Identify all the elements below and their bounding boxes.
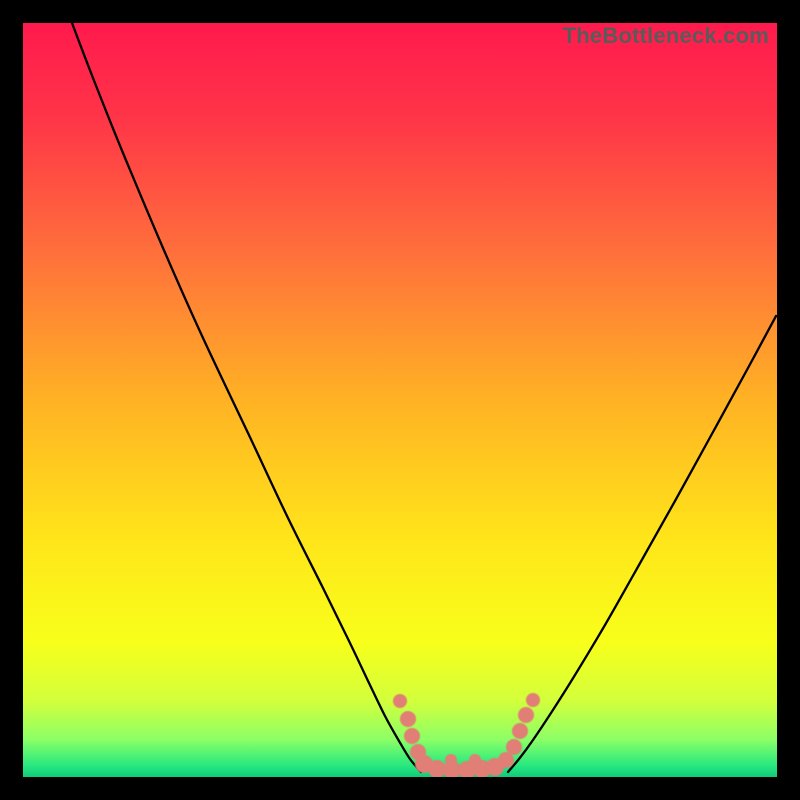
curve-right xyxy=(508,316,776,772)
curves-layer xyxy=(23,23,777,777)
chart-frame: TheBottleneck.com xyxy=(23,23,777,777)
curve-left xyxy=(72,23,421,772)
watermark-text: TheBottleneck.com xyxy=(563,23,769,49)
